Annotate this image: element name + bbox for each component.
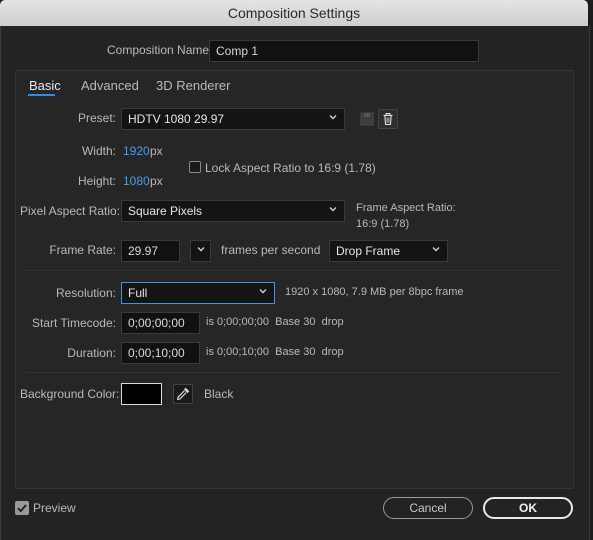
width-value[interactable]: 1920: [123, 144, 150, 158]
chevron-down-icon: [197, 247, 205, 252]
frame-aspect-label: Frame Aspect Ratio:: [356, 202, 456, 214]
ok-button[interactable]: OK: [483, 497, 573, 519]
title-bar: Composition Settings: [0, 0, 588, 27]
lock-aspect-checkbox[interactable]: [189, 161, 201, 173]
trash-icon[interactable]: [378, 109, 398, 129]
chevron-down-icon: [432, 247, 440, 252]
resolution-info: 1920 x 1080, 7.9 MB per 8bpc frame: [285, 286, 464, 298]
drop-frame-dropdown[interactable]: Drop Frame: [329, 240, 448, 262]
checkmark-icon: [17, 504, 27, 513]
comp-name-input[interactable]: Comp 1: [209, 40, 479, 62]
preview-checkbox[interactable]: [15, 501, 29, 515]
width-label: Width:: [81, 144, 116, 158]
pixel-aspect-value: Square Pixels: [128, 204, 203, 218]
start-timecode-label: Start Timecode:: [31, 316, 116, 330]
width-unit: px: [150, 144, 163, 158]
chevron-down-icon: [329, 207, 337, 212]
save-preset-icon[interactable]: [357, 109, 377, 129]
chevron-down-icon: [329, 115, 337, 120]
pixel-aspect-dropdown[interactable]: Square Pixels: [121, 200, 345, 222]
comp-name-label: Composition Name:: [107, 43, 213, 57]
frame-rate-label: Frame Rate:: [49, 243, 116, 257]
frame-rate-unit: frames per second: [221, 243, 321, 257]
preset-dropdown[interactable]: HDTV 1080 29.97: [121, 108, 345, 130]
height-label: Height:: [77, 174, 116, 188]
settings-panel: [15, 70, 574, 489]
tab-basic[interactable]: Basic: [29, 78, 61, 93]
duration-info: is 0;00;10;00 Base 30 drop: [206, 346, 344, 358]
frame-rate-input[interactable]: 29.97: [121, 240, 180, 262]
duration-input[interactable]: 0;00;10;00: [121, 342, 200, 364]
frame-aspect-value: 16:9 (1.78): [356, 218, 410, 230]
background-color-swatch[interactable]: [121, 383, 162, 405]
preview-label: Preview: [33, 501, 76, 515]
divider: [26, 270, 560, 271]
cancel-button[interactable]: Cancel: [383, 497, 473, 519]
duration-label: Duration:: [67, 346, 116, 360]
tab-active-indicator: [28, 94, 55, 96]
tab-3d-renderer[interactable]: 3D Renderer: [156, 78, 230, 93]
frame-rate-dropdown[interactable]: [190, 240, 211, 262]
resolution-label: Resolution:: [55, 286, 116, 300]
background-color-label: Background Color:: [20, 387, 120, 401]
start-timecode-input[interactable]: 0;00;00;00: [121, 312, 200, 334]
height-value[interactable]: 1080: [123, 174, 150, 188]
resolution-value: Full: [128, 286, 148, 300]
preset-label: Preset:: [77, 111, 116, 125]
lock-aspect-label: Lock Aspect Ratio to 16:9 (1.78): [205, 161, 376, 175]
drop-frame-value: Drop Frame: [336, 244, 401, 258]
tab-advanced[interactable]: Advanced: [81, 78, 139, 93]
background-color-name: Black: [204, 387, 234, 401]
start-timecode-info: is 0;00;00;00 Base 30 drop: [206, 316, 344, 328]
eyedropper-icon[interactable]: [173, 384, 193, 404]
height-unit: px: [150, 174, 163, 188]
resolution-dropdown[interactable]: Full: [121, 282, 275, 304]
pixel-aspect-label: Pixel Aspect Ratio:: [20, 204, 121, 218]
window-title: Composition Settings: [227, 5, 361, 21]
preset-value: HDTV 1080 29.97: [128, 112, 225, 126]
divider: [26, 372, 560, 373]
chevron-down-icon: [259, 289, 267, 294]
